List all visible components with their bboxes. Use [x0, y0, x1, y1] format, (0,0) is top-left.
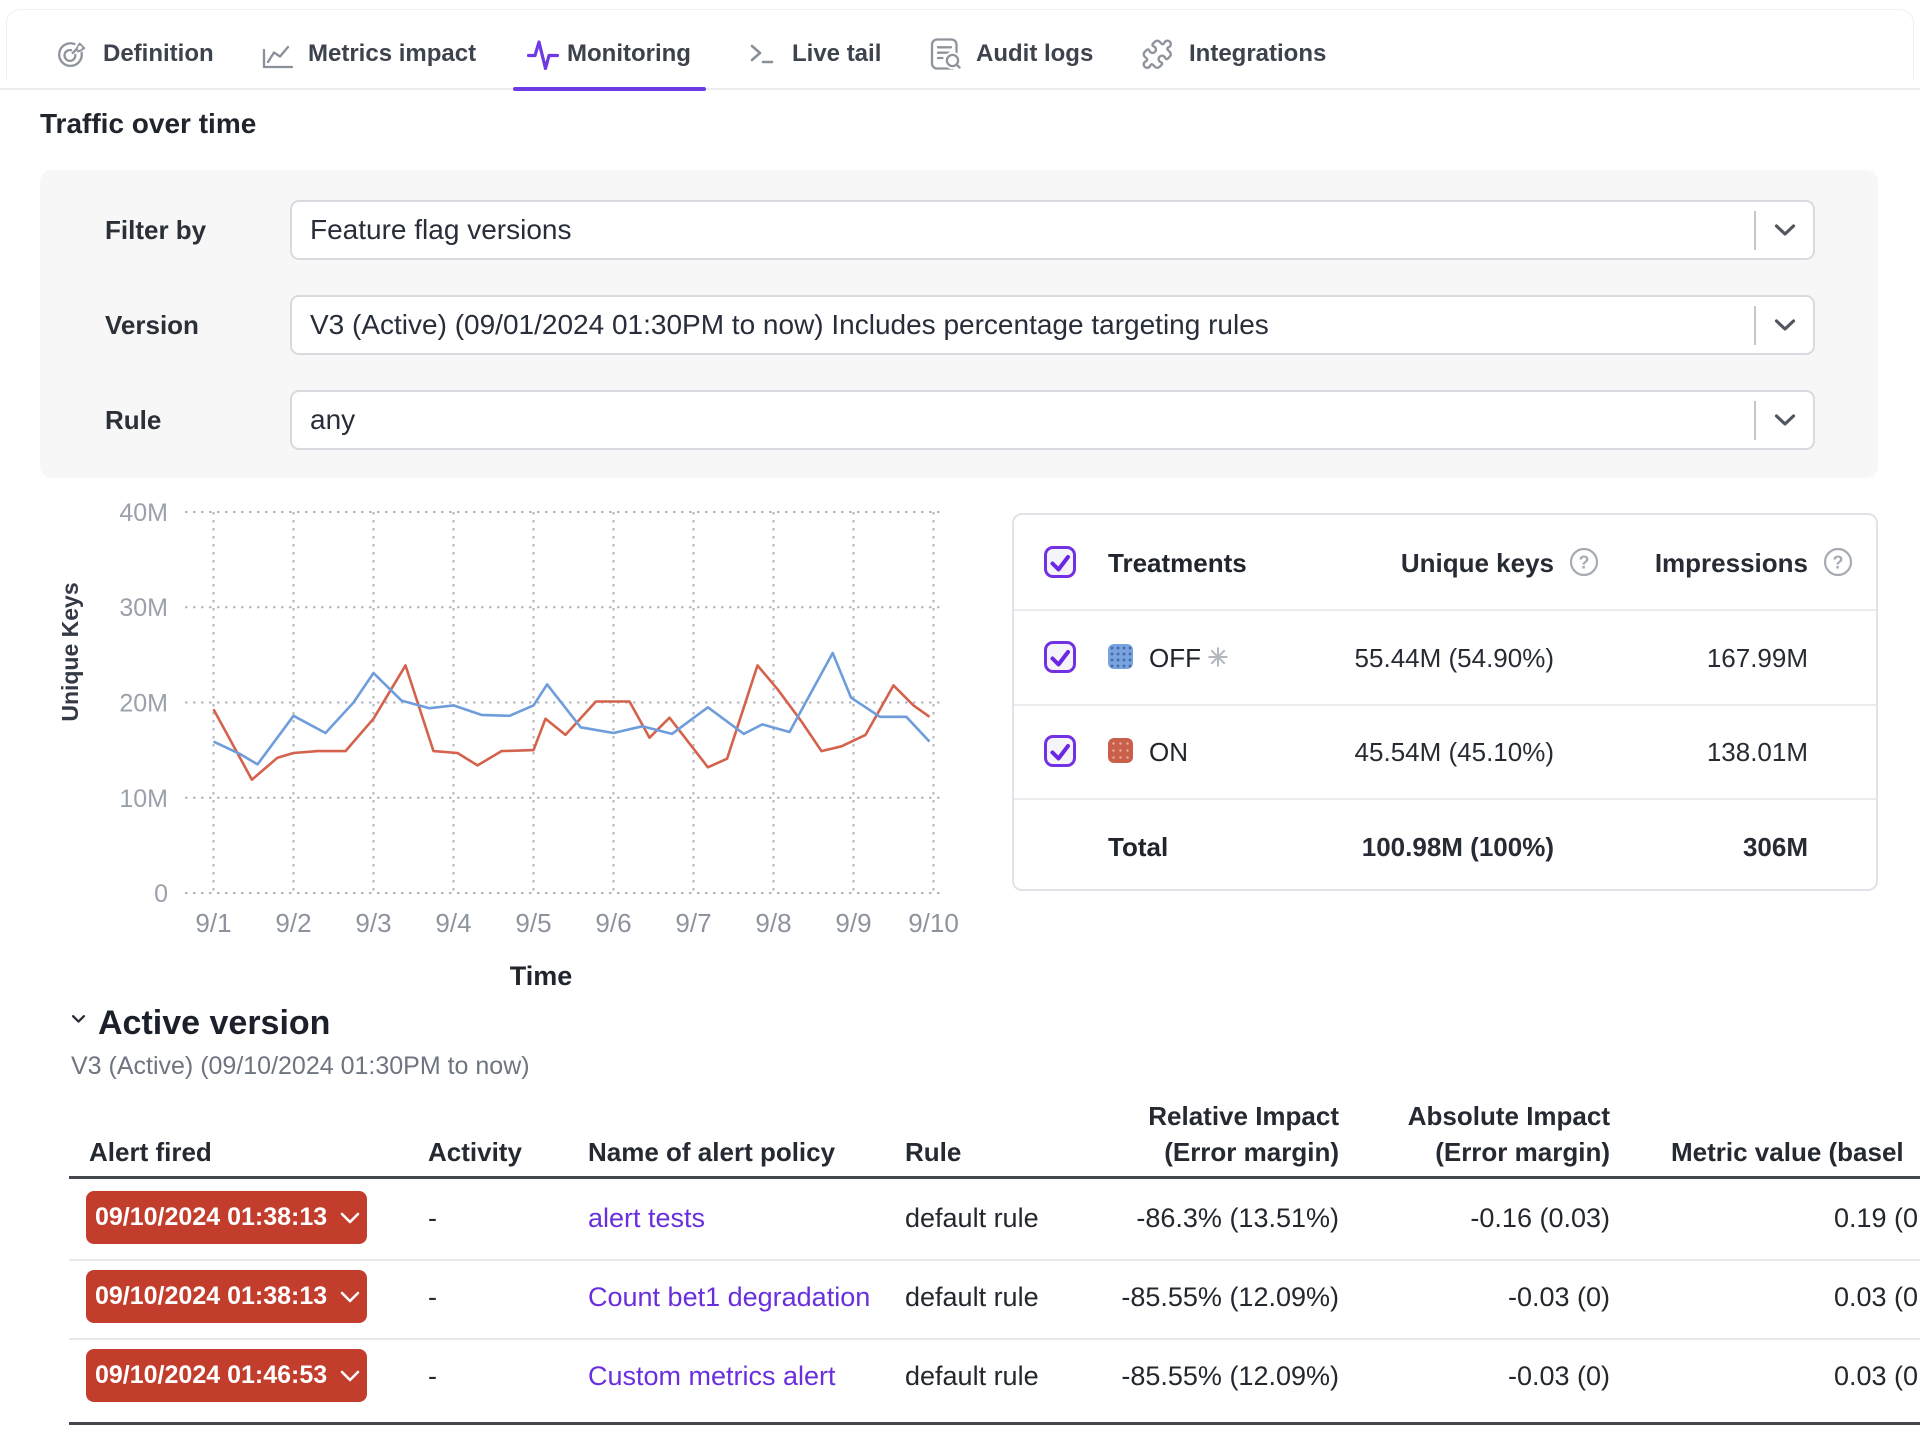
svg-text:9/4: 9/4: [435, 908, 471, 938]
svg-text:10M: 10M: [119, 785, 168, 813]
svg-text:9/3: 9/3: [355, 908, 391, 938]
svg-text:30M: 30M: [119, 594, 168, 622]
svg-text:9/10: 9/10: [908, 908, 959, 938]
svg-text:20M: 20M: [119, 690, 168, 718]
svg-text:Time: Time: [510, 961, 573, 991]
svg-text:9/5: 9/5: [515, 908, 551, 938]
svg-text:9/2: 9/2: [275, 908, 311, 938]
svg-text:?: ?: [1833, 553, 1844, 573]
svg-text:9/9: 9/9: [835, 908, 871, 938]
svg-text:9/6: 9/6: [595, 908, 631, 938]
svg-text:40M: 40M: [119, 499, 168, 527]
svg-text:9/1: 9/1: [195, 908, 231, 938]
svg-text:Unique Keys: Unique Keys: [57, 582, 83, 721]
svg-text:0: 0: [154, 880, 168, 908]
svg-text:9/8: 9/8: [755, 908, 791, 938]
svg-text:9/7: 9/7: [675, 908, 711, 938]
svg-text:?: ?: [1579, 553, 1590, 573]
